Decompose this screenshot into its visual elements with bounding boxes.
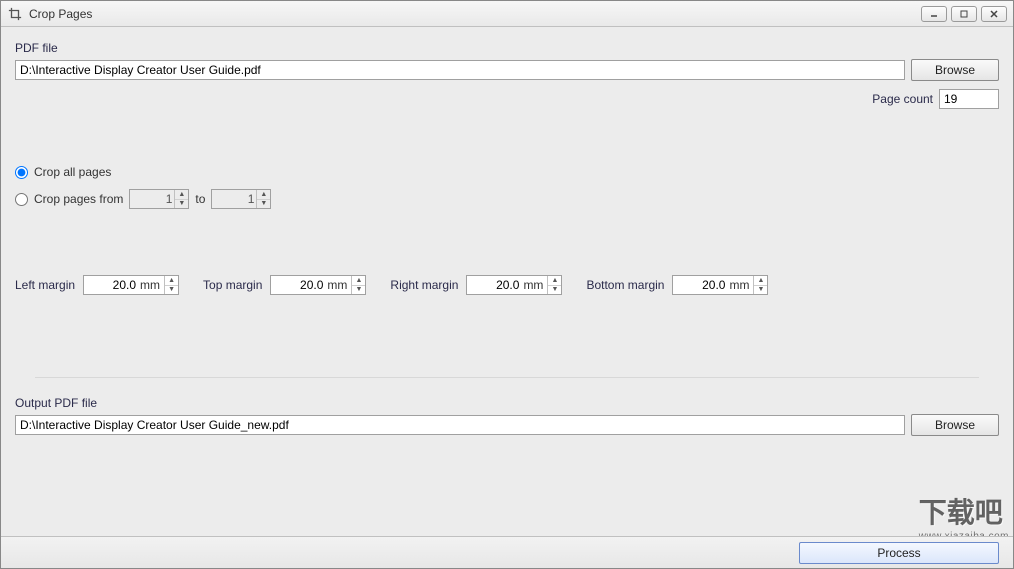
browse-output-button[interactable]: Browse	[911, 414, 999, 436]
page-to-stepper[interactable]: ▲▼	[211, 189, 271, 209]
page-to-input	[212, 190, 256, 208]
divider	[35, 377, 979, 378]
chevron-up-icon[interactable]: ▲	[165, 276, 178, 286]
chevron-up-icon[interactable]: ▲	[754, 276, 767, 286]
unit-label: mm	[521, 278, 547, 292]
chevron-down-icon: ▼	[175, 200, 188, 209]
top-margin-input[interactable]	[271, 276, 325, 294]
process-button[interactable]: Process	[799, 542, 999, 564]
right-margin-label: Right margin	[390, 278, 458, 292]
output-path-input[interactable]	[15, 415, 905, 435]
minimize-button[interactable]	[921, 6, 947, 22]
chevron-down-icon: ▼	[257, 200, 270, 209]
chevron-down-icon[interactable]: ▼	[165, 286, 178, 295]
crop-icon	[7, 6, 23, 22]
maximize-button[interactable]	[951, 6, 977, 22]
chevron-down-icon[interactable]: ▼	[548, 286, 561, 295]
watermark: 下载吧 www.xiazaiba.com	[919, 491, 1009, 542]
titlebar: Crop Pages	[1, 1, 1013, 27]
chevron-up-icon: ▲	[257, 190, 270, 200]
window-title: Crop Pages	[29, 7, 92, 21]
browse-input-button[interactable]: Browse	[911, 59, 999, 81]
to-label: to	[195, 192, 205, 206]
unit-label: mm	[138, 278, 164, 292]
chevron-up-icon[interactable]: ▲	[352, 276, 365, 286]
page-count-label: Page count	[872, 92, 933, 106]
unit-label: mm	[325, 278, 351, 292]
page-from-stepper[interactable]: ▲▼	[129, 189, 189, 209]
top-margin-label: Top margin	[203, 278, 262, 292]
pdf-path-input[interactable]	[15, 60, 905, 80]
left-margin-stepper[interactable]: mm ▲▼	[83, 275, 179, 295]
chevron-down-icon[interactable]: ▼	[754, 286, 767, 295]
unit-label: mm	[727, 278, 753, 292]
chevron-up-icon[interactable]: ▲	[548, 276, 561, 286]
page-from-input	[130, 190, 174, 208]
bottom-margin-input[interactable]	[673, 276, 727, 294]
crop-range-radio[interactable]	[15, 193, 28, 206]
output-file-label: Output PDF file	[15, 396, 999, 410]
left-margin-label: Left margin	[15, 278, 75, 292]
crop-all-label: Crop all pages	[34, 165, 111, 179]
watermark-text: 下载吧	[919, 497, 1003, 528]
left-margin-input[interactable]	[84, 276, 138, 294]
right-margin-input[interactable]	[467, 276, 521, 294]
chevron-up-icon: ▲	[175, 190, 188, 200]
close-button[interactable]	[981, 6, 1007, 22]
pdf-file-label: PDF file	[15, 41, 999, 55]
bottom-margin-stepper[interactable]: mm ▲▼	[672, 275, 768, 295]
page-count-field[interactable]	[939, 89, 999, 109]
footer: Process	[1, 536, 1013, 568]
bottom-margin-label: Bottom margin	[586, 278, 664, 292]
right-margin-stepper[interactable]: mm ▲▼	[466, 275, 562, 295]
crop-all-radio[interactable]	[15, 166, 28, 179]
top-margin-stepper[interactable]: mm ▲▼	[270, 275, 366, 295]
chevron-down-icon[interactable]: ▼	[352, 286, 365, 295]
crop-from-label: Crop pages from	[34, 192, 123, 206]
